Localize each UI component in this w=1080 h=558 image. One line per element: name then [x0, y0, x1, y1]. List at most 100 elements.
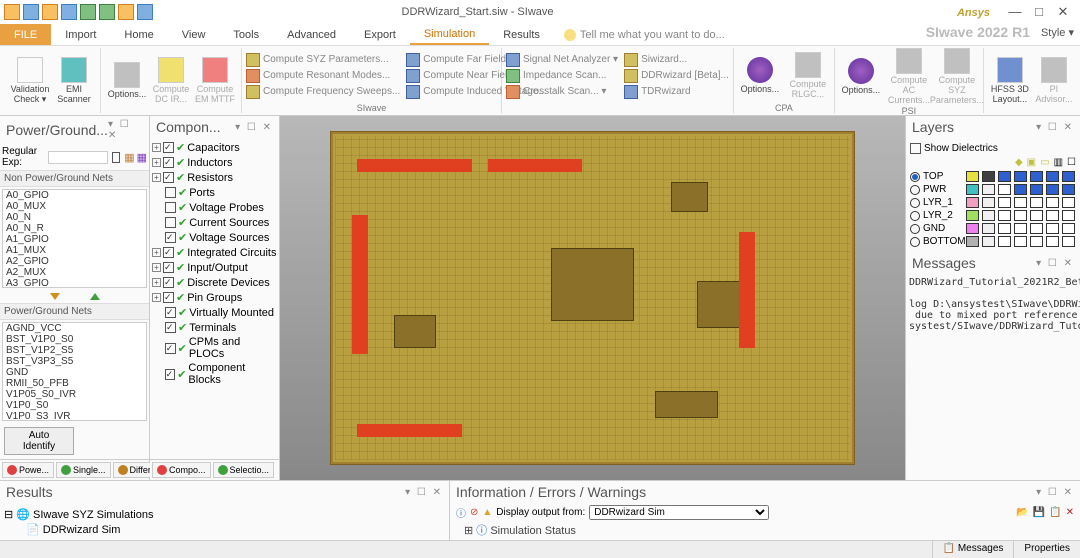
- compute-syz-button[interactable]: Compute SYZ Parameters...: [246, 52, 400, 68]
- layer-row[interactable]: LYR_2: [910, 209, 1076, 222]
- ddrwizard-button[interactable]: DDRwizard [Beta]...: [624, 68, 729, 84]
- component-tree[interactable]: +✔Capacitors+✔Inductors+✔Resistors✔Ports…: [150, 138, 279, 459]
- component-type[interactable]: ✔Virtually Mounted: [152, 305, 277, 320]
- show-dielectrics-check[interactable]: [910, 143, 921, 154]
- tab-simulation[interactable]: Simulation: [410, 24, 489, 45]
- non-pg-net-list[interactable]: A0_GPIOA0_MUXA0_NA0_N_RA1_GPIOA1_MUXA2_G…: [2, 189, 147, 288]
- impedance-scan-button[interactable]: Impedance Scan...: [506, 68, 618, 84]
- tab-import[interactable]: Import: [51, 24, 110, 45]
- file-tab[interactable]: FILE: [0, 24, 51, 45]
- move-down-button[interactable]: [50, 293, 60, 300]
- qat-icon[interactable]: [61, 4, 77, 20]
- layer-row[interactable]: GND: [910, 222, 1076, 235]
- net-item[interactable]: RMII_50_PFB: [3, 378, 146, 389]
- net-item[interactable]: AGND_VCC: [3, 323, 146, 334]
- component-type[interactable]: +✔Input/Output: [152, 260, 277, 275]
- component-type[interactable]: ✔Ports: [152, 185, 277, 200]
- save-icon[interactable]: 💾: [1033, 507, 1045, 518]
- cpa-options-button[interactable]: Options...: [738, 57, 782, 95]
- crosstalk-scan-button[interactable]: Crosstalk Scan... ▾: [506, 84, 618, 100]
- comp-tab[interactable]: Compo...: [152, 462, 211, 478]
- component-type[interactable]: +✔Integrated Circuits: [152, 245, 277, 260]
- qat-icon[interactable]: [80, 4, 96, 20]
- net-item[interactable]: BST_V3P3_S5: [3, 356, 146, 367]
- net-item[interactable]: GND: [3, 367, 146, 378]
- compute-rlgc-button[interactable]: Compute RLGC...: [786, 52, 830, 100]
- delete-icon[interactable]: ✕: [1066, 507, 1074, 518]
- regexp-input[interactable]: [48, 151, 108, 164]
- component-type[interactable]: ✔Voltage Sources: [152, 230, 277, 245]
- tdrwizard-button[interactable]: TDRwizard: [624, 84, 729, 100]
- qat-icon[interactable]: [4, 4, 20, 20]
- component-type[interactable]: ✔Voltage Probes: [152, 200, 277, 215]
- compute-freq-button[interactable]: Compute Frequency Sweeps...: [246, 84, 400, 100]
- compute-ac-button[interactable]: Compute AC Currents...: [887, 48, 931, 106]
- component-type[interactable]: ✔Current Sources: [152, 215, 277, 230]
- tab-export[interactable]: Export: [350, 24, 410, 45]
- qat-icon[interactable]: [42, 4, 58, 20]
- tab-home[interactable]: Home: [110, 24, 167, 45]
- validation-check-button[interactable]: Validation Check ▾: [8, 57, 52, 105]
- qat-icon[interactable]: [118, 4, 134, 20]
- messages-text[interactable]: DDRWizard_Tutorial_2021R2_Beta\DD log D:…: [906, 274, 1080, 335]
- net-item[interactable]: V1P0_S0: [3, 400, 146, 411]
- net-item[interactable]: V1P05_S0_IVR: [3, 389, 146, 400]
- net-item[interactable]: A2_GPIO: [3, 256, 146, 267]
- tab-results[interactable]: Results: [489, 24, 554, 45]
- layer-row[interactable]: LYR_1: [910, 196, 1076, 209]
- siwizard-button[interactable]: Siwizard...: [624, 52, 729, 68]
- component-type[interactable]: +✔Discrete Devices: [152, 275, 277, 290]
- component-type[interactable]: +✔Capacitors: [152, 140, 277, 155]
- results-tree-root[interactable]: ⊟ 🌐 SIwave SYZ Simulations: [4, 507, 445, 522]
- info-item[interactable]: ⊞ ⓘ Simulation Status: [464, 522, 1080, 538]
- pg-net-list[interactable]: AGND_VCCBST_V1P0_S0BST_V1P2_S5BST_V3P3_S…: [2, 322, 147, 421]
- move-up-button[interactable]: [90, 293, 100, 300]
- results-tree-item[interactable]: 📄 DDRwizard Sim: [4, 522, 445, 537]
- compute-mttf-button[interactable]: Compute EM MTTF: [193, 57, 237, 105]
- compute-resonant-button[interactable]: Compute Resonant Modes...: [246, 68, 400, 84]
- status-properties-tab[interactable]: Properties: [1013, 541, 1080, 558]
- net-item[interactable]: A2_MUX: [3, 267, 146, 278]
- hfss-button[interactable]: HFSS 3D Layout...: [988, 57, 1032, 105]
- net-item[interactable]: A0_N_R: [3, 223, 146, 234]
- panel-controls[interactable]: ▾ ☐ ✕: [1036, 258, 1074, 269]
- regexp-toggle[interactable]: [112, 152, 120, 163]
- tab-advanced[interactable]: Advanced: [273, 24, 350, 45]
- layer-row[interactable]: TOP: [910, 170, 1076, 183]
- net-item[interactable]: BST_V1P2_S5: [3, 345, 146, 356]
- net-item[interactable]: A0_GPIO: [3, 190, 146, 201]
- display-from-select[interactable]: DDRwizard Sim: [589, 505, 769, 520]
- auto-identify-button[interactable]: Auto Identify: [4, 427, 74, 455]
- panel-controls[interactable]: ▾ ☐ ✕: [1036, 487, 1074, 498]
- tab-tools[interactable]: Tools: [219, 24, 273, 45]
- signal-net-button[interactable]: Signal Net Analyzer ▾: [506, 52, 618, 68]
- net-item[interactable]: V1P0_S3_IVR: [3, 411, 146, 421]
- status-messages-tab[interactable]: 📋 Messages: [932, 541, 1014, 558]
- copy-icon[interactable]: 📋: [1049, 507, 1061, 518]
- options-button[interactable]: Options...: [105, 62, 149, 100]
- layer-row[interactable]: PWR: [910, 183, 1076, 196]
- component-type[interactable]: ✔Component Blocks: [152, 361, 277, 387]
- component-type[interactable]: +✔Pin Groups: [152, 290, 277, 305]
- component-type[interactable]: ✔Terminals: [152, 320, 277, 335]
- minimize-button[interactable]: —: [1006, 4, 1024, 20]
- panel-controls[interactable]: ▾ ☐ ✕: [108, 119, 143, 141]
- close-button[interactable]: ✕: [1054, 4, 1072, 20]
- net-item[interactable]: BST_V1P0_S0: [3, 334, 146, 345]
- comp-tab[interactable]: Selectio...: [213, 462, 275, 478]
- net-item[interactable]: A1_GPIO: [3, 234, 146, 245]
- net-item[interactable]: A0_N: [3, 212, 146, 223]
- style-dropdown[interactable]: Style ▾: [1041, 26, 1074, 39]
- net-item[interactable]: A1_MUX: [3, 245, 146, 256]
- pi-advisor-button[interactable]: PI Advisor...: [1032, 57, 1076, 105]
- net-item[interactable]: A3_GPIO: [3, 278, 146, 288]
- filter-icon[interactable]: ▦: [137, 151, 147, 164]
- panel-controls[interactable]: ▾ ☐ ✕: [405, 487, 443, 498]
- psi-options-button[interactable]: Options...: [839, 58, 883, 96]
- tab-view[interactable]: View: [168, 24, 220, 45]
- layer-row[interactable]: BOTTOM: [910, 235, 1076, 248]
- qat-icon[interactable]: [23, 4, 39, 20]
- emi-scanner-button[interactable]: EMI Scanner: [52, 57, 96, 105]
- qat-icon[interactable]: [137, 4, 153, 20]
- component-type[interactable]: +✔Resistors: [152, 170, 277, 185]
